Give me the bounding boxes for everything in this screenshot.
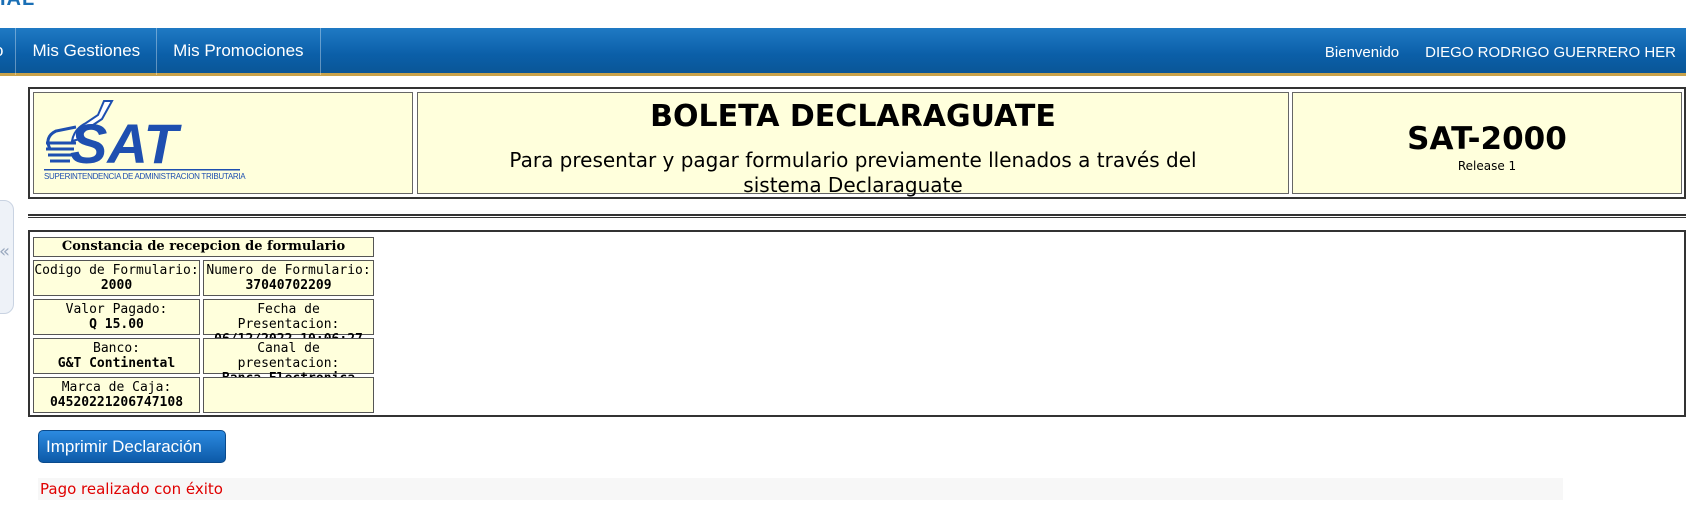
divider <box>28 214 1686 218</box>
valor-cell: Valor Pagado: Q 15.00 <box>33 299 200 335</box>
valor-label: Valor Pagado: <box>65 302 168 317</box>
marca-value: 04520221206747108 <box>49 395 184 410</box>
top-logo-fragment: IAL <box>0 0 35 11</box>
numero-label: Numero de Formulario: <box>206 263 371 278</box>
logo-subtitle: Superintendencia de Administracion Tribu… <box>44 172 246 181</box>
user-name[interactable]: DIEGO RODRIGO GUERRERO HER <box>1425 44 1676 61</box>
codigo-value: 2000 <box>100 278 133 293</box>
sat-logo-cell: SAT Superintendencia de Administracion T… <box>33 92 413 194</box>
fecha-label: Fecha de Presentacion: <box>237 302 340 332</box>
canal-label: Canal de presentacion: <box>237 341 340 371</box>
empty-cell <box>203 377 374 413</box>
top-navbar: o Mis Gestiones Mis Promociones Bienveni… <box>0 26 1686 76</box>
fecha-cell: Fecha de Presentacion: 06/12/2022 10:06:… <box>203 299 374 347</box>
numero-value: 37040702209 <box>245 278 332 293</box>
valor-value: Q 15.00 <box>89 317 144 332</box>
welcome-label: Bienvenido <box>1324 43 1400 61</box>
status-message: Pago realizado con éxito <box>38 478 1563 500</box>
nav-item-inicio[interactable]: o <box>0 26 17 75</box>
receipt-title: Constancia de recepcion de formulario <box>33 237 374 257</box>
banco-cell: Banco: G&T Continental <box>33 338 200 374</box>
print-declaration-button[interactable]: Imprimir Declaración <box>38 430 226 463</box>
page-title: BOLETA DECLARAGUATE <box>650 99 1056 134</box>
sidebar-toggle-handle[interactable]: « <box>0 200 14 314</box>
release-label: Release 1 <box>1457 159 1517 173</box>
receipt-panel: Constancia de recepcion de formulario Co… <box>28 230 1686 417</box>
nav-item-mis-gestiones[interactable]: Mis Gestiones <box>16 26 158 75</box>
form-code: SAT-2000 <box>1407 121 1567 157</box>
logo-sat-text: SAT <box>70 112 183 175</box>
numero-cell: Numero de Formulario: 37040702209 <box>203 260 374 296</box>
title-cell: BOLETA DECLARAGUATE Para presentar y pag… <box>417 92 1289 197</box>
codigo-label: Codigo de Formulario: <box>34 263 199 278</box>
form-code-cell: SAT-2000 Release 1 <box>1292 92 1682 194</box>
banco-value: G&T Continental <box>57 356 176 371</box>
banco-label: Banco: <box>93 341 140 356</box>
nav-item-mis-promociones[interactable]: Mis Promociones <box>157 26 321 75</box>
user-area: Bienvenido DIEGO RODRIGO GUERRERO HER <box>1325 28 1676 76</box>
marca-cell: Marca de Caja: 04520221206747108 <box>33 377 200 413</box>
marca-label: Marca de Caja: <box>61 380 172 395</box>
canal-cell: Canal de presentacion: Banca Electronica <box>203 338 374 386</box>
codigo-cell: Codigo de Formulario: 2000 <box>33 260 200 296</box>
form-header: SAT Superintendencia de Administracion T… <box>28 87 1686 199</box>
page-subtitle: Para presentar y pagar formulario previa… <box>509 148 1197 197</box>
chevron-left-icon: « <box>0 241 11 262</box>
